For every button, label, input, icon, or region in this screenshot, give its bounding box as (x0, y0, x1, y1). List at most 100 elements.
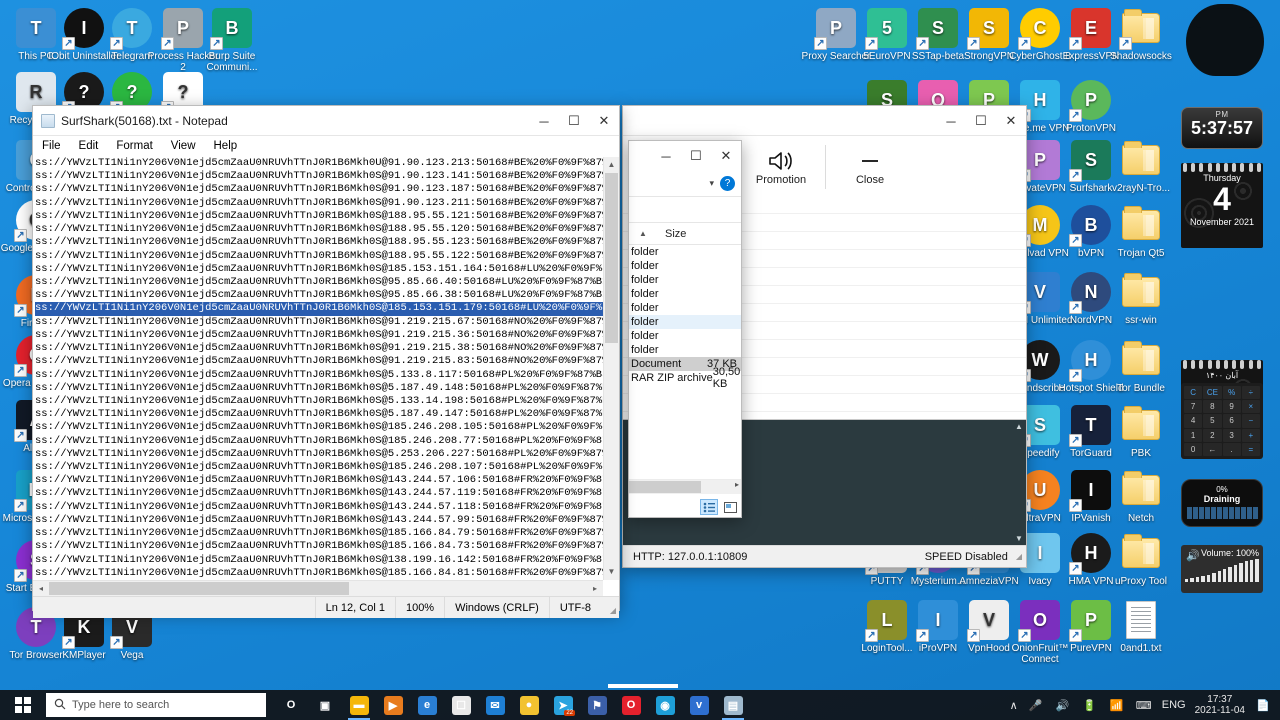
calculator-key[interactable]: ÷ (1241, 386, 1260, 400)
explorer-file-row[interactable]: RAR ZIP archive30,501 KB (629, 366, 741, 390)
explorer-address-bar[interactable] (629, 197, 741, 223)
taskbar-pinned-apps[interactable]: O ▣ ▬ ▶ e ☐ ✉ ● ➤ 22 ⚑ O ◉ v ▤ (274, 690, 750, 720)
calculator-key[interactable]: 8 (1203, 400, 1222, 414)
notepad-line[interactable]: ss://YWVzLTI1Ni1nY206V0N1ejd5cmZaaU0NRUV… (35, 276, 603, 289)
calculator-key[interactable]: CE (1203, 386, 1222, 400)
taskbar-edge-icon[interactable]: e (410, 690, 444, 720)
file-explorer-window[interactable]: ─ ☐ ✕ ▾ ? ▲ Size folder folder folder folde… (628, 140, 742, 518)
desktop-icon-shadowsocks-folder-icon[interactable]: ↗ Shadowsocks (1105, 8, 1177, 62)
action-center-icon[interactable]: 📄 (1254, 696, 1272, 714)
notepad-line[interactable]: ss://YWVzLTI1Ni1nY206V0N1ejd5cmZaaU0NRUV… (35, 250, 603, 263)
taskbar-mail-icon[interactable]: ✉ (478, 690, 512, 720)
keyboard-icon[interactable]: ⌨ (1135, 696, 1153, 714)
explorer-file-row[interactable]: folder (629, 245, 741, 259)
microphone-icon[interactable]: 🎤 (1027, 696, 1045, 714)
calculator-key[interactable]: = (1241, 442, 1260, 456)
taskbar-avast-icon[interactable]: v (682, 690, 716, 720)
notepad-line[interactable]: ss://YWVzLTI1Ni1nY206V0N1ejd5cmZaaU0NRUV… (35, 421, 603, 434)
scrollbar-thumb[interactable] (629, 481, 701, 493)
wifi-icon[interactable]: 📶 (1108, 696, 1126, 714)
explorer-column-headers[interactable]: ▲ Size (629, 223, 741, 245)
explorer-file-row[interactable]: folder (629, 259, 741, 273)
v2rayn-minimize-button[interactable]: ─ (936, 106, 966, 136)
notepad-line[interactable]: ss://YWVzLTI1Ni1nY206V0N1ejd5cmZaaU0NRUV… (35, 408, 603, 421)
notepad-line[interactable]: ss://YWVzLTI1Ni1nY206V0N1ejd5cmZaaU0NRUV… (35, 461, 603, 474)
language-indicator[interactable]: ENG (1162, 699, 1186, 711)
vertical-scrollbar-thumb[interactable] (605, 173, 618, 343)
calculator-key[interactable]: 3 (1222, 428, 1241, 442)
explorer-ribbon-bar[interactable]: ▾ ? (629, 171, 741, 197)
taskbar-microsoft-store-icon[interactable]: ☐ (444, 690, 478, 720)
help-icon[interactable]: ? (720, 176, 735, 191)
chevron-up-icon[interactable]: ∧ (1010, 699, 1018, 712)
notepad-line[interactable]: ss://YWVzLTI1Ni1nY206V0N1ejd5cmZaaU0NRUV… (35, 183, 603, 196)
calculator-key[interactable]: + (1241, 428, 1260, 442)
notepad-line[interactable]: ss://YWVzLTI1Ni1nY206V0N1ejd5cmZaaU0NRUV… (35, 329, 603, 342)
notepad-window-controls[interactable]: ─ ☐ ✕ (529, 106, 619, 135)
v2rayn-maximize-button[interactable]: ☐ (966, 106, 996, 136)
explorer-file-row[interactable]: folder (629, 315, 741, 329)
taskbar-file-explorer-icon[interactable]: ▬ (342, 690, 376, 720)
explorer-minimize-button[interactable]: ─ (651, 141, 681, 171)
notepad-close-button[interactable]: ✕ (589, 106, 619, 136)
taskbar-camera-icon[interactable]: ◉ (648, 690, 682, 720)
menu-item-format[interactable]: Format (113, 139, 155, 153)
notepad-minimize-button[interactable]: ─ (529, 106, 559, 136)
details-view-icon[interactable] (700, 499, 718, 515)
v2rayn-window-controls[interactable]: ─ ☐ ✕ (936, 106, 1026, 135)
notepad-line[interactable]: ss://YWVzLTI1Ni1nY206V0N1ejd5cmZaaU0NRUV… (35, 567, 603, 580)
scroll-down-icon[interactable]: ▼ (604, 564, 619, 580)
calculator-key[interactable]: − (1241, 414, 1260, 428)
chevron-down-icon[interactable]: ▾ (709, 178, 714, 189)
scroll-right-icon[interactable]: ▸ (587, 584, 603, 593)
notepad-menubar[interactable]: File Edit Format View Help (33, 136, 619, 156)
menu-item-help[interactable]: Help (211, 139, 241, 153)
explorer-maximize-button[interactable]: ☐ (681, 141, 711, 171)
scroll-right-icon[interactable]: ▸ (735, 480, 739, 489)
notepad-titlebar[interactable]: SurfShark(50168).txt - Notepad ─ ☐ ✕ (33, 106, 619, 136)
resize-grip[interactable]: ◢ (601, 597, 619, 618)
promotion-button[interactable]: Promotion (743, 148, 819, 186)
calculator-key[interactable]: C (1184, 386, 1203, 400)
calculator-key[interactable]: 9 (1222, 400, 1241, 414)
menu-item-file[interactable]: File (39, 139, 64, 153)
notepad-line[interactable]: ss://YWVzLTI1Ni1nY206V0N1ejd5cmZaaU0NRUV… (35, 157, 603, 170)
log-scroll-down-icon[interactable]: ▼ (1012, 534, 1026, 543)
notepad-line[interactable]: ss://YWVzLTI1Ni1nY206V0N1ejd5cmZaaU0NRUV… (35, 210, 603, 223)
explorer-file-row[interactable]: folder (629, 273, 741, 287)
calculator-key[interactable]: 5 (1203, 414, 1222, 428)
calculator-keypad[interactable]: C CE% ÷ 7 8 9 × 4 5 6− 1 2 3 +0 ←. = (1184, 386, 1260, 456)
notepad-text-content[interactable]: ss://YWVzLTI1Ni1nY206V0N1ejd5cmZaaU0NRUV… (33, 157, 603, 580)
taskbar[interactable]: Type here to search O ▣ ▬ ▶ e ☐ ✉ ● ➤ 22 ⚑ O ◉ v ▤ ∧ 🎤… (0, 684, 1280, 720)
search-input[interactable]: Type here to search (46, 693, 266, 717)
calculator-key[interactable]: 6 (1222, 414, 1241, 428)
notepad-line[interactable]: ss://YWVzLTI1Ni1nY206V0N1ejd5cmZaaU0NRUV… (35, 382, 603, 395)
system-tray[interactable]: ∧ 🎤 🔊 🔋 📶 ⌨ ENG 17:37 2021-11-04 📄 (1010, 694, 1280, 716)
close-button[interactable]: Close (832, 148, 908, 186)
calculator-gadget[interactable]: C CE% ÷ 7 8 9 × 4 5 6− 1 2 3 +0 ←. = (1181, 383, 1263, 459)
calculator-key[interactable]: . (1222, 442, 1241, 456)
menu-item-view[interactable]: View (168, 139, 199, 153)
log-scroll-up-icon[interactable]: ▲ (1012, 422, 1026, 431)
notepad-line[interactable]: ss://YWVzLTI1Ni1nY206V0N1ejd5cmZaaU0NRUV… (35, 540, 603, 553)
taskbar-task-view-icon[interactable]: ▣ (308, 690, 342, 720)
scroll-left-icon[interactable]: ◂ (33, 584, 49, 593)
calculator-key[interactable]: 1 (1184, 428, 1203, 442)
scroll-up-icon[interactable]: ▲ (604, 157, 619, 173)
taskbar-chrome-icon[interactable]: ● (512, 690, 546, 720)
notepad-line[interactable]: ss://YWVzLTI1Ni1nY206V0N1ejd5cmZaaU0NRUV… (35, 316, 603, 329)
desktop-icon-protonvpn-icon[interactable]: P ↗ ProtonVPN (1055, 80, 1127, 134)
notepad-horizontal-scrollbar[interactable]: ◂ ▸ (33, 580, 603, 596)
calculator-key[interactable]: × (1241, 400, 1260, 414)
battery-icon[interactable]: 🔋 (1081, 696, 1099, 714)
desktop-icon-burp-suite-icon[interactable]: B ↗ Burp Suite Communi... (196, 8, 268, 73)
desktop-icon-text-document-icon[interactable]: 0and1.txt (1105, 600, 1177, 654)
notepad-line[interactable]: ss://YWVzLTI1Ni1nY206V0N1ejd5cmZaaU0NRUV… (35, 435, 603, 448)
notepad-line[interactable]: ss://YWVzLTI1Ni1nY206V0N1ejd5cmZaaU0NRUV… (35, 369, 603, 382)
calculator-key[interactable]: % (1222, 386, 1241, 400)
notepad-line[interactable]: ss://YWVzLTI1Ni1nY206V0N1ejd5cmZaaU0NRUV… (35, 395, 603, 408)
log-scrollbar[interactable]: ▲ ▼ (1012, 420, 1026, 545)
explorer-file-row[interactable]: folder (629, 343, 741, 357)
volume-icon[interactable]: 🔊 (1054, 696, 1072, 714)
notepad-line[interactable]: ss://YWVzLTI1Ni1nY206V0N1ejd5cmZaaU0NRUV… (35, 302, 603, 316)
